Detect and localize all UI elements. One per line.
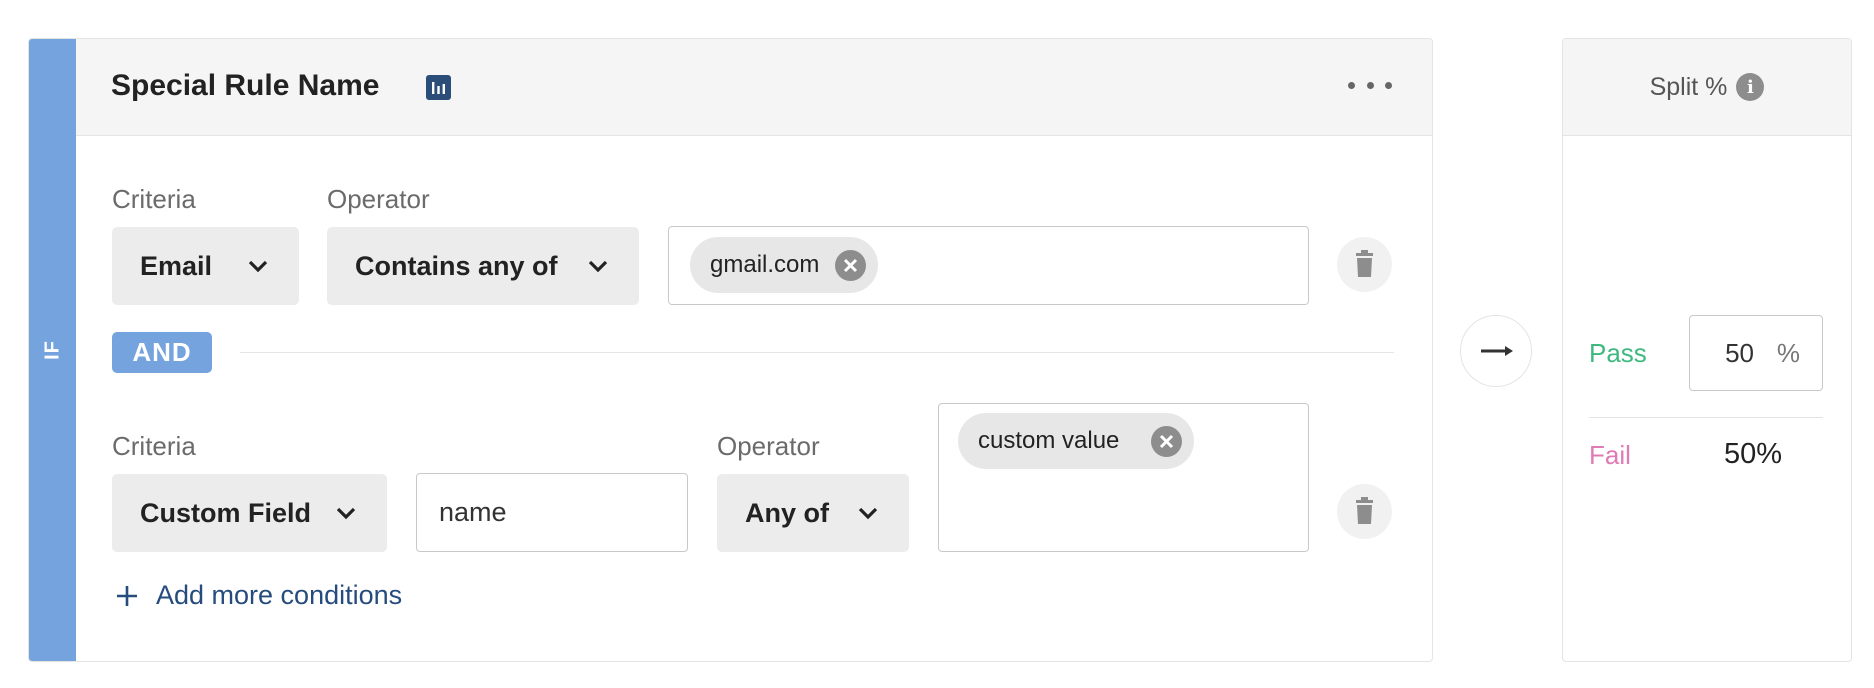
arrow-right-button[interactable]: [1460, 315, 1532, 387]
criteria-dropdown[interactable]: Email: [112, 227, 299, 305]
chevron-down-icon: [858, 507, 878, 520]
custom-field-name-input[interactable]: name: [416, 473, 688, 552]
operator-dropdown[interactable]: Any of: [717, 474, 909, 552]
remove-tag-icon[interactable]: [1151, 426, 1182, 457]
pass-percent-input[interactable]: 50 %: [1689, 315, 1823, 391]
pass-value: 50: [1725, 338, 1754, 368]
criteria-value: Custom Field: [140, 497, 312, 528]
value-tag: custom value: [958, 413, 1194, 469]
operator-label: Operator: [717, 431, 820, 461]
criteria-label: Criteria: [112, 431, 196, 461]
add-more-conditions-link[interactable]: Add more conditions: [114, 580, 402, 611]
operator-dropdown[interactable]: Contains any of: [327, 227, 639, 305]
rule-header: Special Rule Name: [76, 39, 1432, 136]
and-badge: AND: [112, 332, 212, 373]
add-more-label: Add more conditions: [156, 580, 403, 610]
values-tag-input[interactable]: custom value: [938, 403, 1309, 552]
operator-value: Contains any of: [355, 250, 558, 281]
delete-condition-button[interactable]: [1337, 484, 1392, 539]
split-title: Split %: [1649, 72, 1728, 101]
tag-label: gmail.com: [710, 251, 820, 278]
and-label: AND: [132, 337, 192, 367]
split-divider: [1589, 417, 1823, 418]
field-name-value: name: [439, 497, 507, 527]
more-options-icon[interactable]: [1348, 75, 1392, 95]
values-tag-input[interactable]: gmail.com: [668, 226, 1309, 305]
delete-condition-button[interactable]: [1337, 237, 1392, 292]
rule-name: Special Rule Name: [111, 69, 380, 102]
chevron-down-icon: [588, 260, 608, 273]
bar-chart-icon[interactable]: [426, 75, 451, 100]
percent-unit: %: [1776, 338, 1800, 368]
plus-icon: [117, 585, 137, 606]
chevron-down-icon: [336, 507, 356, 520]
arrow-right-icon: [1481, 346, 1513, 356]
value-tag: gmail.com: [690, 237, 878, 293]
and-divider: [240, 352, 1394, 353]
rule-card: IF Special Rule Name Criteria Operator E…: [28, 38, 1433, 662]
trash-icon: [1356, 250, 1373, 277]
if-bar: IF: [29, 39, 76, 661]
criteria-label: Criteria: [112, 184, 196, 214]
operator-value: Any of: [745, 497, 829, 528]
info-icon[interactable]: i: [1736, 73, 1765, 101]
split-card: Split % i Pass 50 % Fail 50%: [1562, 38, 1852, 662]
if-label: IF: [41, 340, 63, 360]
fail-value: 50%: [1724, 438, 1783, 470]
split-header: Split % i: [1563, 39, 1851, 136]
operator-label: Operator: [327, 184, 430, 214]
trash-icon: [1356, 497, 1373, 524]
tag-label: custom value: [978, 427, 1120, 454]
pass-label: Pass: [1589, 338, 1647, 368]
chevron-down-icon: [248, 260, 268, 273]
criteria-value: Email: [140, 250, 213, 281]
criteria-dropdown[interactable]: Custom Field: [112, 474, 387, 552]
fail-label: Fail: [1589, 440, 1631, 470]
remove-tag-icon[interactable]: [835, 250, 866, 281]
